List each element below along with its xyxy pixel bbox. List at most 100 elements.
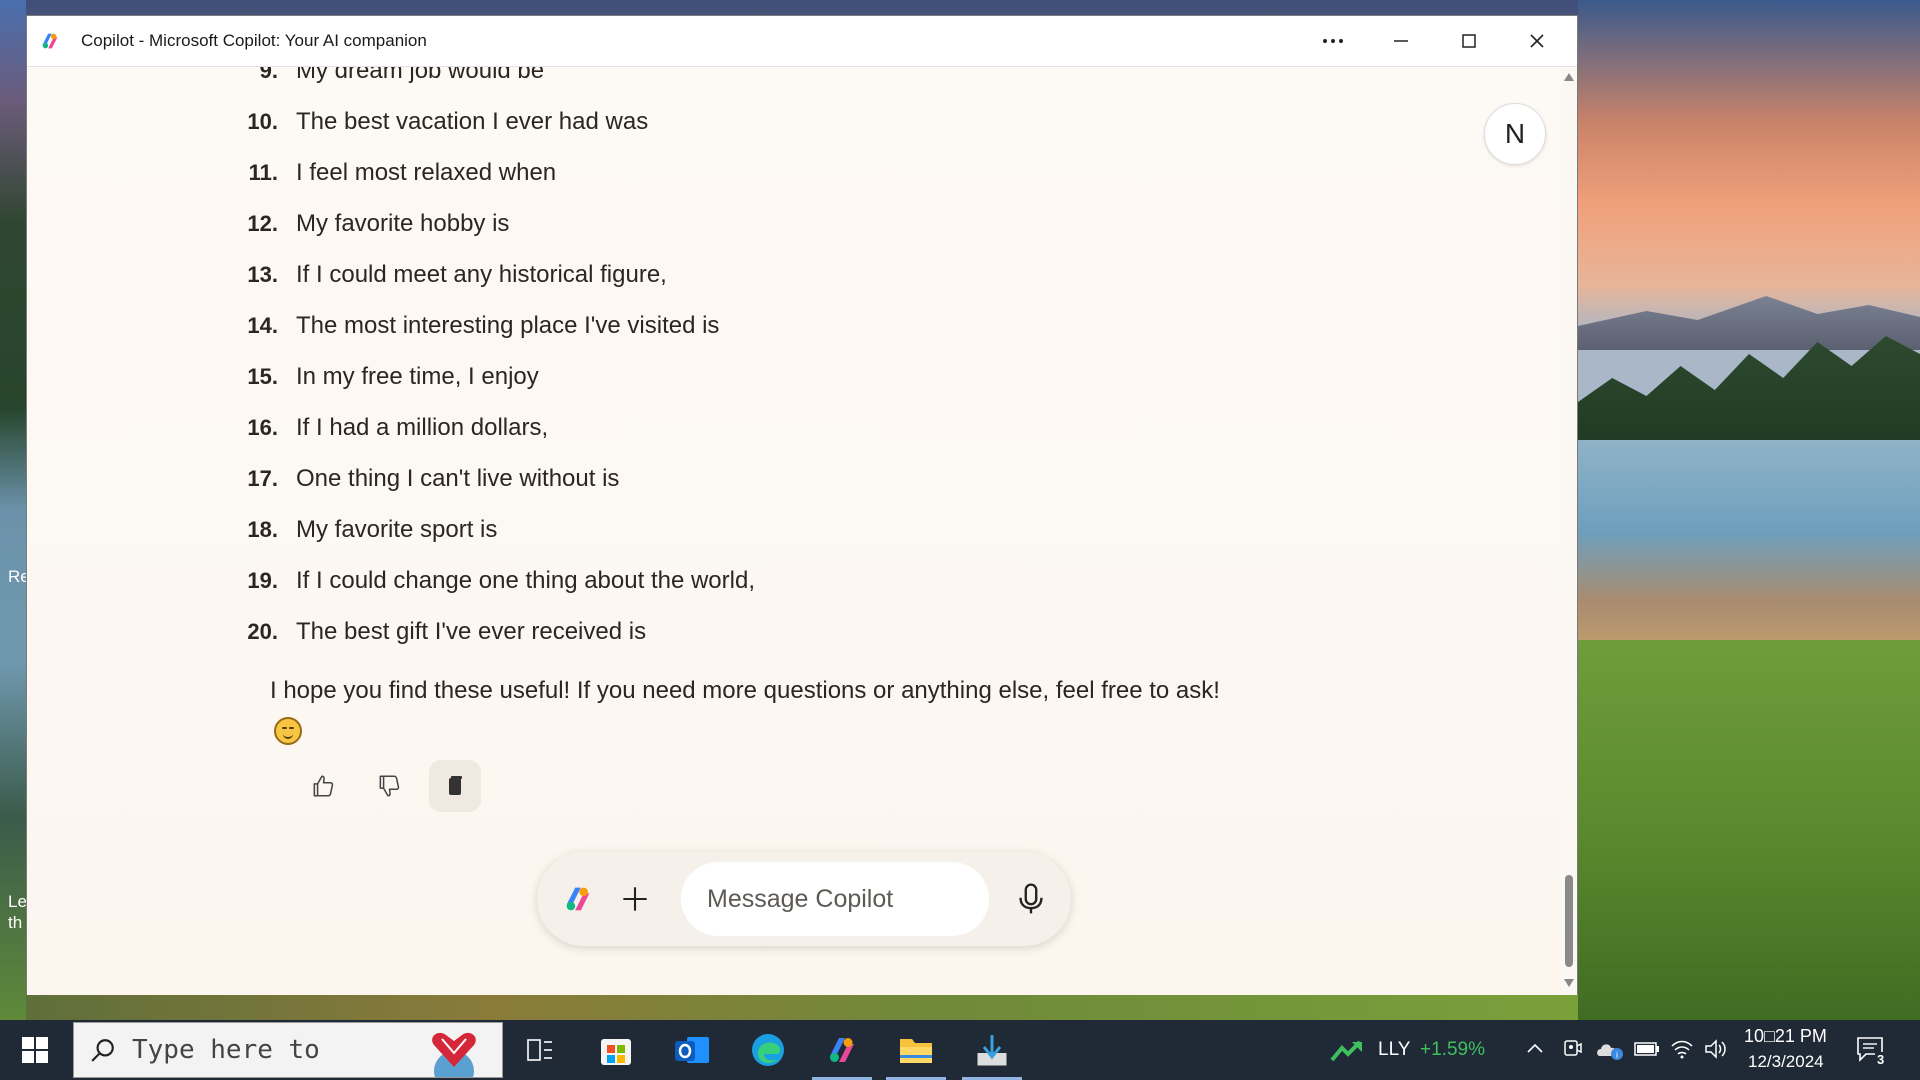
- title-bar[interactable]: Copilot - Microsoft Copilot: Your AI com…: [27, 16, 1577, 67]
- smiling-face-icon: [274, 717, 302, 745]
- list-item: 16. If I had a million dollars,: [27, 408, 548, 448]
- list-item-text: My dream job would be: [296, 67, 545, 84]
- list-item: 10. The best vacation I ever had was: [27, 102, 648, 142]
- copy-button[interactable]: [429, 760, 481, 812]
- list-item: 11. I feel most relaxed when: [27, 153, 557, 193]
- folder-icon: [900, 1039, 932, 1063]
- downloads-app[interactable]: [962, 1020, 1022, 1080]
- thumbs-down-button[interactable]: [363, 760, 415, 812]
- list-item-number: 19.: [247, 568, 278, 593]
- copilot-app[interactable]: [812, 1020, 872, 1080]
- list-item: 15. In my free time, I enjoy: [27, 357, 539, 397]
- outlook-app[interactable]: [662, 1020, 722, 1080]
- list-item-text: In my free time, I enjoy: [296, 363, 539, 390]
- windows-logo-icon: [22, 1037, 48, 1063]
- message-composer: Message Copilot: [537, 852, 1071, 946]
- copy-icon: [449, 776, 462, 795]
- close-icon: [1530, 34, 1544, 48]
- list-item-text: The best vacation I ever had was: [296, 108, 649, 135]
- copilot-logo-icon: [42, 33, 58, 49]
- list-item-text: I feel most relaxed when: [296, 159, 557, 186]
- chat-area[interactable]: 9. My dream job would be 10. The best vacat…: [27, 67, 1562, 995]
- plus-icon[interactable]: [621, 885, 649, 913]
- meet-now-icon[interactable]: [1562, 1038, 1582, 1060]
- user-avatar[interactable]: N: [1484, 103, 1546, 165]
- scroll-thumb[interactable]: [1565, 875, 1573, 967]
- desktop-wallpaper-strip: [26, 994, 1578, 1020]
- list-item-number: 18.: [247, 517, 278, 542]
- wifi-icon[interactable]: [1670, 1038, 1694, 1060]
- edge-app[interactable]: [738, 1020, 798, 1080]
- list-item: 20. The best gift I've ever received is: [27, 612, 646, 652]
- message-input[interactable]: Message Copilot: [681, 862, 989, 936]
- start-button[interactable]: [0, 1020, 70, 1080]
- list-item-number: 10.: [247, 109, 278, 134]
- microsoft-store-app[interactable]: [586, 1020, 646, 1080]
- onedrive-icon[interactable]: i: [1596, 1038, 1624, 1062]
- chevron-up-icon[interactable]: [1526, 1042, 1544, 1054]
- taskbar: Type here to LLY +1.59% i 10□21 PM 12/3/…: [0, 1020, 1920, 1080]
- desktop-text: Le: [8, 892, 27, 911]
- search-icon: [91, 1039, 114, 1062]
- thumbs-up-button[interactable]: [297, 760, 349, 812]
- list-item: 14. The most interesting place I've visit…: [27, 306, 719, 346]
- assistant-closing-message: I hope you find these useful! If you nee…: [270, 677, 1220, 704]
- volume-icon[interactable]: [1704, 1038, 1728, 1060]
- list-item-number: 17.: [247, 466, 278, 491]
- maximize-button[interactable]: [1435, 16, 1503, 66]
- list-item-number: 13.: [247, 262, 278, 287]
- more-options-button[interactable]: [1299, 16, 1367, 66]
- taskbar-search[interactable]: Type here to: [73, 1022, 503, 1078]
- notification-count: 3: [1875, 1052, 1887, 1067]
- list-item: 13. If I could meet any historical figure…: [27, 255, 667, 295]
- list-item-number: 15.: [247, 364, 278, 389]
- ellipsis-icon: [1323, 39, 1343, 43]
- list-item: 19. If I could change one thing about the…: [27, 561, 755, 601]
- stock-symbol[interactable]: LLY: [1378, 1039, 1410, 1061]
- copilot-window: Copilot - Microsoft Copilot: Your AI com…: [26, 15, 1578, 995]
- desktop-wallpaper-left: [0, 0, 26, 1020]
- scroll-up-icon[interactable]: [1564, 73, 1574, 81]
- list-item: 17. One thing I can't live without is: [27, 459, 619, 499]
- list-item-number: 14.: [247, 313, 278, 338]
- copilot-logo-icon: [830, 1038, 854, 1062]
- scroll-down-icon[interactable]: [1564, 979, 1574, 987]
- list-item-text: The most interesting place I've visited …: [296, 312, 720, 339]
- search-placeholder: Type here to: [132, 1035, 320, 1065]
- maximize-icon: [1462, 34, 1476, 48]
- list-item-number: 11.: [248, 160, 278, 185]
- list-item-text: One thing I can't live without is: [296, 465, 620, 492]
- list-item: 9. My dream job would be: [27, 67, 544, 91]
- desktop-wallpaper: [1578, 0, 1920, 1020]
- list-item-text: My favorite sport is: [296, 516, 498, 543]
- outlook-icon: [675, 1037, 709, 1063]
- task-view-icon: [527, 1039, 552, 1061]
- list-item-number: 20.: [247, 619, 278, 644]
- list-item-number: 16.: [247, 415, 278, 440]
- list-item-text: My favorite hobby is: [296, 210, 510, 237]
- edge-icon: [752, 1034, 784, 1066]
- clock-time[interactable]: 10□21 PM: [1744, 1026, 1827, 1047]
- download-icon: [977, 1035, 1007, 1066]
- heart-gift-icon: [432, 1032, 476, 1077]
- minimize-button[interactable]: [1367, 16, 1435, 66]
- list-item: 18. My favorite sport is: [27, 510, 497, 550]
- list-item-number: 12.: [247, 211, 278, 236]
- thumbs-down-icon: [379, 775, 400, 797]
- battery-icon[interactable]: [1634, 1041, 1660, 1057]
- desktop-text: th: [8, 913, 23, 932]
- svg-text:i: i: [1616, 1050, 1618, 1060]
- file-explorer-app[interactable]: [886, 1020, 946, 1080]
- task-view-button[interactable]: [510, 1020, 570, 1080]
- chat-scrollbar[interactable]: [1561, 67, 1577, 995]
- stock-trend-icon[interactable]: [1330, 1038, 1364, 1062]
- close-button[interactable]: [1503, 16, 1571, 66]
- microphone-icon[interactable]: [1015, 882, 1047, 916]
- window-title: Copilot - Microsoft Copilot: Your AI com…: [81, 31, 427, 50]
- clock-date[interactable]: 12/3/2024: [1748, 1052, 1824, 1072]
- stock-change[interactable]: +1.59%: [1420, 1039, 1485, 1061]
- list-item-text: The best gift I've ever received is: [296, 618, 647, 645]
- list-item-text: If I could meet any historical figure,: [296, 261, 667, 288]
- list-item-text: If I could change one thing about the wo…: [296, 567, 755, 594]
- copilot-logo-icon[interactable]: [561, 882, 595, 916]
